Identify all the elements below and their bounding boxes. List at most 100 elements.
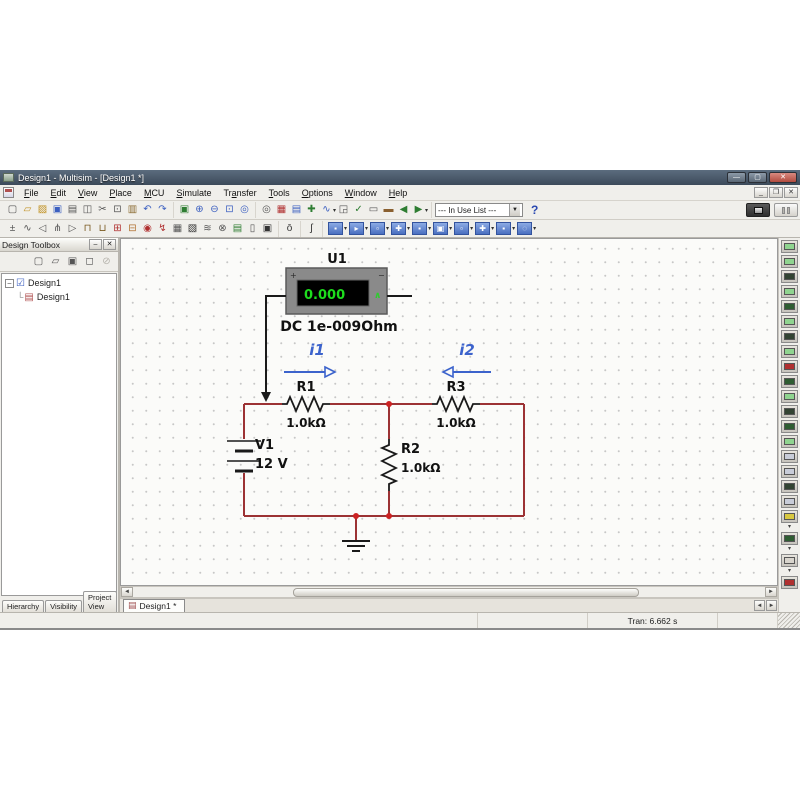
frequency-counter-icon[interactable] — [781, 330, 798, 343]
chevron-down-icon[interactable]: ▾ — [512, 225, 515, 232]
ni-elvis-instruments-icon[interactable] — [781, 532, 798, 545]
multimeter-icon[interactable] — [781, 240, 798, 253]
measurement-family-button[interactable]: ▪▾ — [412, 222, 431, 235]
place-electromechanical-icon[interactable]: ⊗ — [215, 222, 230, 236]
place-power-icon[interactable]: ↯ — [155, 222, 170, 236]
four-channel-oscilloscope-icon[interactable] — [781, 300, 798, 313]
chevron-down-icon[interactable]: ▾ — [533, 225, 536, 232]
breadboard-icon[interactable]: ▬ — [381, 203, 396, 217]
place-diode-icon[interactable]: ◁ — [35, 222, 50, 236]
chevron-down-icon[interactable]: ▾ — [491, 225, 494, 232]
chevron-down-icon[interactable]: ▾ — [470, 225, 473, 232]
run-simulation-switch[interactable] — [746, 203, 770, 217]
fullscreen-icon[interactable]: ▣ — [177, 203, 192, 217]
menu-file[interactable]: File — [18, 186, 45, 200]
zoom-out-icon[interactable]: ⊖ — [207, 203, 222, 217]
ammeter-ref-label[interactable]: U1 — [327, 252, 347, 267]
menu-help[interactable]: Help — [383, 186, 414, 200]
place-source-icon[interactable]: ± — [5, 222, 20, 236]
delete-document-icon[interactable]: ⊘ — [99, 254, 114, 269]
chevron-down-icon[interactable]: ▾ — [788, 524, 791, 530]
place-mixed-icon[interactable]: ⊟ — [125, 222, 140, 236]
menu-mcu[interactable]: MCU — [138, 186, 171, 200]
chevron-down-icon[interactable]: ▾ — [449, 225, 452, 232]
maximize-button[interactable]: ▢ — [748, 172, 767, 183]
forward-annotate-icon[interactable]: ▶ — [411, 203, 426, 217]
basic-family-button[interactable]: ▸▾ — [349, 222, 368, 235]
misc-family-button[interactable]: ▣▾ — [433, 222, 452, 235]
mdi-minimize-button[interactable]: _ — [754, 187, 768, 198]
place-mcu-icon[interactable]: ▣ — [260, 222, 275, 236]
menu-edit[interactable]: Edit — [45, 186, 73, 200]
probe-wire-left[interactable] — [266, 296, 286, 393]
place-basic-icon[interactable]: ∿ — [20, 222, 35, 236]
iv-analyzer-icon[interactable] — [781, 390, 798, 403]
bode-plotter-icon[interactable] — [781, 315, 798, 328]
chevron-down-icon[interactable]: ▾ — [386, 225, 389, 232]
analog-family-button[interactable]: ▪▾ — [328, 222, 347, 235]
place-signal-icon[interactable]: ʃ — [304, 222, 319, 236]
menu-transfer[interactable]: Transfer — [217, 186, 262, 200]
tab-visibility[interactable]: Visibility — [45, 600, 82, 612]
resistor-r3-value[interactable]: 1.0kΩ — [436, 416, 475, 430]
place-connector-icon[interactable]: ▯ — [245, 222, 260, 236]
pause-simulation-button[interactable] — [774, 203, 798, 217]
chevron-down-icon[interactable]: ▾ — [425, 207, 428, 214]
panel-minimize-button[interactable]: – — [89, 239, 102, 250]
mdi-restore-button[interactable]: ❐ — [769, 187, 783, 198]
function-generator-icon[interactable] — [781, 255, 798, 268]
current-i2-label[interactable]: i2 — [459, 341, 475, 359]
resistor-r1-symbol[interactable] — [282, 397, 330, 411]
panel-close-button[interactable]: ✕ — [103, 239, 116, 250]
capture-area-icon[interactable]: ▭ — [366, 203, 381, 217]
rated-family-button[interactable]: ✚▾ — [475, 222, 494, 235]
menu-simulate[interactable]: Simulate — [170, 186, 217, 200]
ground-symbol[interactable] — [342, 541, 370, 551]
chevron-down-icon[interactable]: ▾ — [788, 568, 791, 574]
measurement-probe-icon[interactable] — [781, 576, 798, 589]
close-button[interactable]: ✕ — [769, 172, 797, 183]
find-icon[interactable]: ◎ — [259, 203, 274, 217]
resistor-r3-ref[interactable]: R3 — [446, 380, 465, 395]
place-indicator-icon[interactable]: ◉ — [140, 222, 155, 236]
virtual-3d-family-button[interactable]: ◌▾ — [517, 222, 536, 235]
save-icon[interactable]: ▣ — [50, 203, 65, 217]
place-cmos-icon[interactable]: ⊔ — [95, 222, 110, 236]
diode-family-button[interactable]: ▫▾ — [370, 222, 389, 235]
back-annotate-icon[interactable]: ◀ — [396, 203, 411, 217]
network-analyzer-icon[interactable] — [781, 435, 798, 448]
place-advanced-peripherals-icon[interactable]: ▧ — [185, 222, 200, 236]
distortion-analyzer-icon[interactable] — [781, 405, 798, 418]
current-i2-arrow[interactable] — [443, 367, 491, 377]
agilent-function-generator-icon[interactable] — [781, 450, 798, 463]
logic-analyzer-icon[interactable] — [781, 375, 798, 388]
menu-window[interactable]: Window — [339, 186, 383, 200]
logic-converter-icon[interactable] — [781, 360, 798, 373]
postprocessor-icon[interactable]: ◲ — [336, 203, 351, 217]
open-document-icon[interactable]: ▱ — [48, 254, 63, 269]
in-use-list-dropdown[interactable]: --- In Use List --- ▼ — [435, 203, 523, 217]
place-ladder-rungs-icon[interactable]: ō — [282, 222, 297, 236]
scroll-left-icon[interactable]: ◄ — [121, 587, 133, 597]
tektronix-oscilloscope-icon[interactable] — [781, 495, 798, 508]
resistor-r3-symbol[interactable] — [432, 397, 480, 411]
current-clamp-icon[interactable] — [781, 554, 798, 567]
resistor-r2-value[interactable]: 1.0kΩ — [401, 461, 440, 475]
current-i1-arrow[interactable] — [284, 367, 335, 377]
help-button[interactable]: ? — [526, 203, 543, 217]
oscilloscope-icon[interactable] — [781, 285, 798, 298]
chevron-down-icon[interactable]: ▾ — [365, 225, 368, 232]
agilent-multimeter-icon[interactable] — [781, 465, 798, 478]
new-file-icon[interactable]: ▢ — [5, 203, 20, 217]
ammeter-mode-label[interactable]: DC 1e-009Ohm — [280, 319, 398, 335]
current-i1-label[interactable]: i1 — [309, 341, 325, 359]
tree-child-label[interactable]: Design1 — [37, 292, 70, 302]
tree-child-row[interactable]: └ ▤ Design1 — [3, 290, 115, 304]
battery-v1-ref[interactable]: V1 — [255, 438, 274, 453]
place-misc-icon[interactable]: ▦ — [170, 222, 185, 236]
minimize-button[interactable]: — — [727, 172, 746, 183]
scroll-right-icon[interactable]: ► — [765, 587, 777, 597]
menu-tools[interactable]: Tools — [263, 186, 296, 200]
new-schematic-icon[interactable]: ▢ — [31, 254, 46, 269]
place-analog-icon[interactable]: ▷ — [65, 222, 80, 236]
